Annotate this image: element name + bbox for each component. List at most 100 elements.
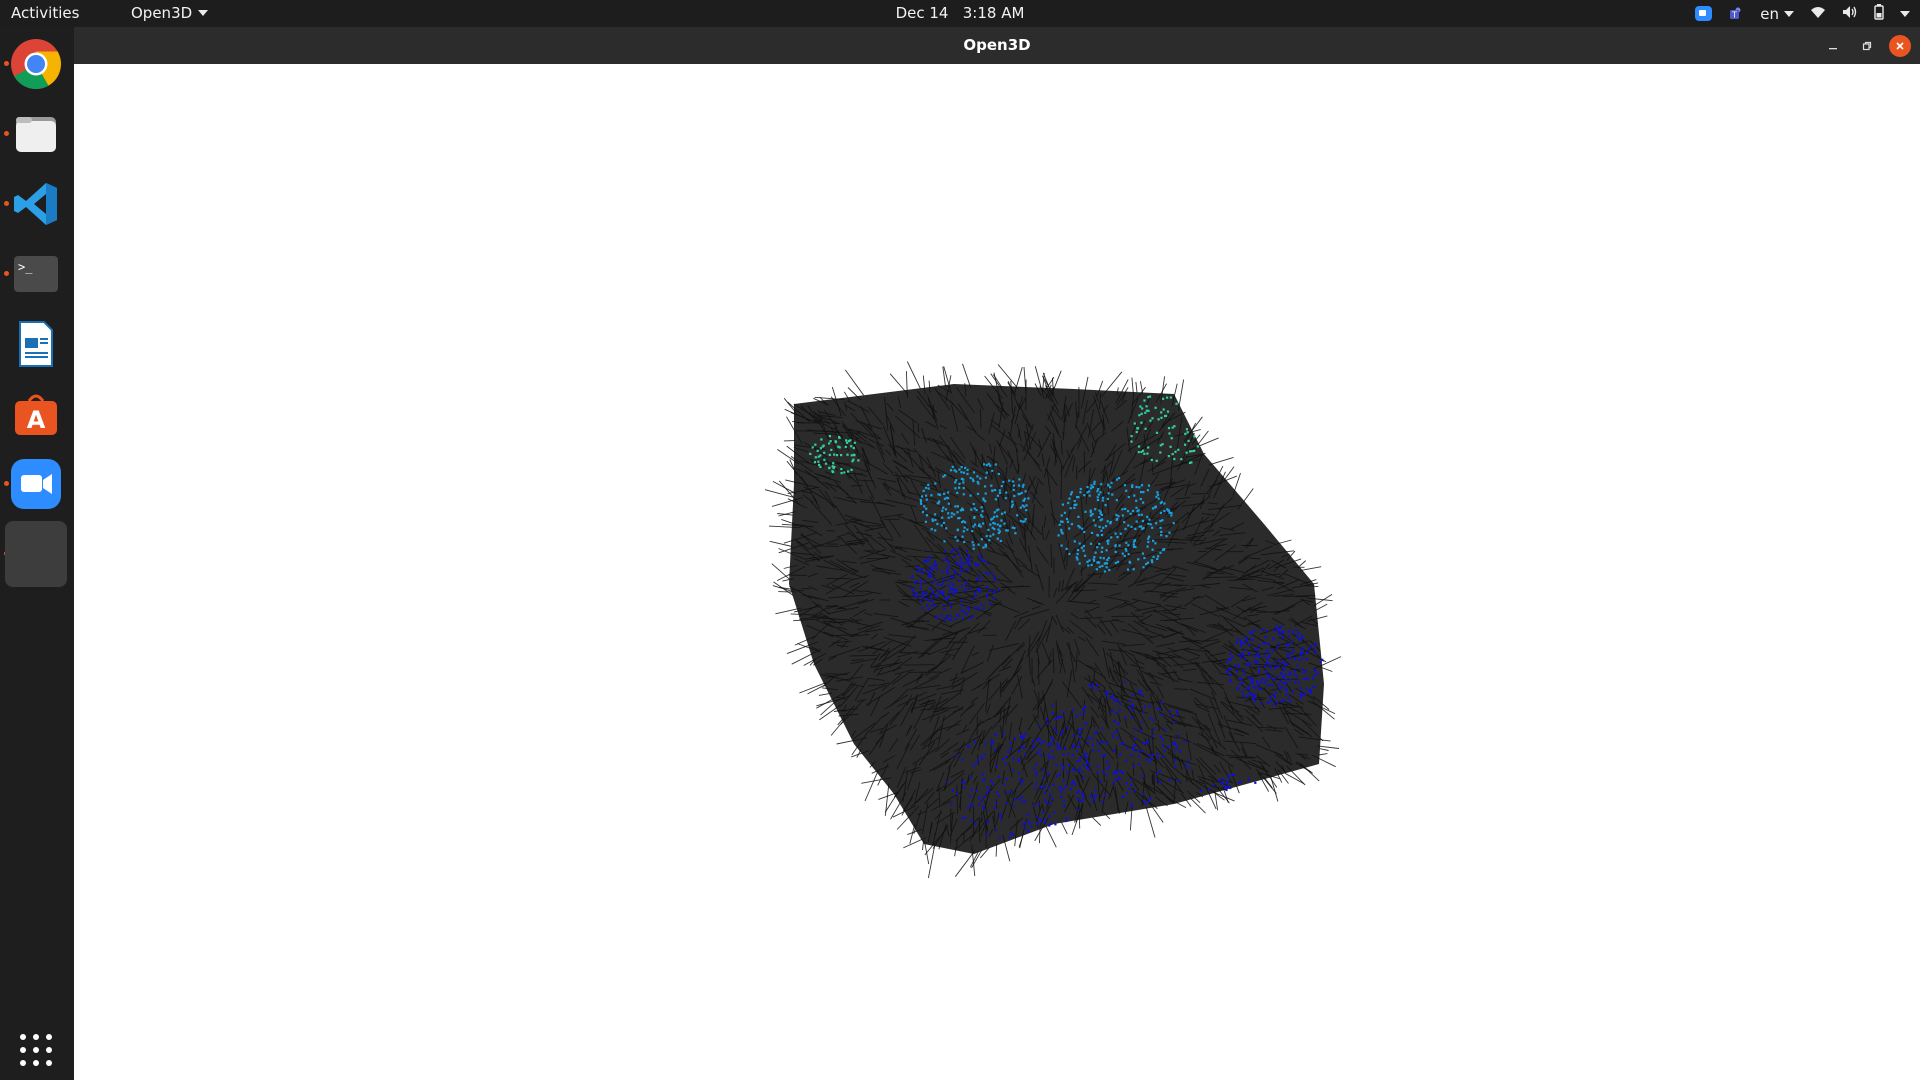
point	[1133, 749, 1135, 751]
point	[1094, 481, 1096, 483]
point	[934, 519, 936, 521]
normal-segment	[885, 783, 889, 815]
point	[921, 572, 923, 574]
files-launcher[interactable]	[5, 103, 67, 165]
point	[1226, 661, 1228, 663]
maximize-button[interactable]	[1856, 35, 1878, 57]
point	[1018, 484, 1020, 486]
point	[953, 513, 955, 515]
point	[991, 739, 993, 741]
point	[1133, 546, 1135, 548]
point	[957, 563, 959, 565]
point	[939, 593, 941, 595]
point	[1047, 753, 1049, 755]
point	[956, 549, 958, 551]
point	[1116, 536, 1118, 538]
point	[957, 540, 959, 542]
point	[1144, 412, 1146, 414]
point	[961, 508, 963, 510]
point	[947, 781, 949, 783]
point	[1258, 656, 1260, 658]
writer-launcher[interactable]	[5, 313, 67, 375]
point	[1188, 767, 1190, 769]
minimize-button[interactable]	[1822, 35, 1844, 57]
activities-button[interactable]: Activities	[11, 4, 79, 22]
point	[965, 588, 967, 590]
svg-text:>_: >_	[18, 260, 33, 274]
system-menu-chevron-icon[interactable]	[1900, 11, 1910, 17]
show-applications-button[interactable]	[5, 1019, 67, 1081]
point	[963, 786, 965, 788]
point	[1066, 727, 1068, 729]
point	[1070, 507, 1072, 509]
volume-icon[interactable]	[1842, 5, 1858, 23]
point	[952, 593, 954, 595]
point	[1162, 739, 1164, 741]
point	[989, 535, 991, 537]
point	[1006, 778, 1008, 780]
point	[1107, 498, 1109, 500]
point	[1101, 551, 1103, 553]
point	[1099, 557, 1101, 559]
clock-time[interactable]: 3:18 AM	[963, 4, 1025, 22]
close-button[interactable]	[1889, 35, 1911, 57]
point	[1237, 666, 1239, 668]
wifi-icon[interactable]	[1810, 5, 1826, 23]
language-menu[interactable]: en	[1760, 5, 1794, 23]
point	[1065, 786, 1067, 788]
point	[928, 608, 930, 610]
point	[833, 454, 835, 456]
point	[962, 618, 964, 620]
point	[1068, 527, 1070, 529]
chrome-launcher[interactable]	[5, 33, 67, 95]
normal-segment	[1320, 749, 1329, 751]
point	[1315, 645, 1317, 647]
point	[935, 567, 937, 569]
battery-icon[interactable]	[1874, 4, 1884, 24]
point	[1074, 500, 1076, 502]
point	[1162, 756, 1164, 758]
point	[1091, 737, 1093, 739]
normal-segment	[831, 719, 845, 736]
point	[993, 528, 995, 530]
point	[1094, 508, 1096, 510]
point	[947, 585, 949, 587]
zoom-launcher[interactable]	[5, 453, 67, 515]
point	[1119, 709, 1121, 711]
point	[1033, 745, 1035, 747]
clock-date[interactable]: Dec 14	[896, 4, 949, 22]
app-menu[interactable]: Open3D	[131, 4, 208, 22]
teams-tray-icon[interactable]: T	[1728, 6, 1744, 22]
point	[1081, 728, 1083, 730]
open3d-window-launcher[interactable]	[5, 521, 67, 587]
normal-segment	[1046, 826, 1056, 847]
point	[961, 817, 963, 819]
point	[994, 734, 996, 736]
point	[931, 528, 933, 530]
point	[1150, 523, 1152, 525]
point	[936, 616, 938, 618]
vscode-launcher[interactable]	[5, 173, 67, 235]
point	[951, 551, 953, 553]
terminal-launcher[interactable]: >_	[5, 243, 67, 305]
point	[1138, 509, 1140, 511]
point	[1072, 746, 1074, 748]
point	[953, 570, 955, 572]
point	[967, 557, 969, 559]
software-launcher[interactable]: A	[5, 383, 67, 445]
open3d-viewport[interactable]	[74, 64, 1920, 1080]
point	[952, 790, 954, 792]
window-titlebar[interactable]: Open3D	[74, 27, 1920, 64]
point	[963, 568, 965, 570]
point	[1254, 782, 1256, 784]
point	[1063, 779, 1065, 781]
point	[924, 559, 926, 561]
point	[1278, 683, 1280, 685]
point	[1076, 558, 1078, 560]
point	[982, 546, 984, 548]
point	[961, 758, 963, 760]
point	[1106, 566, 1108, 568]
zoom-tray-icon[interactable]	[1695, 6, 1712, 21]
point	[1001, 513, 1003, 515]
point	[999, 815, 1001, 817]
